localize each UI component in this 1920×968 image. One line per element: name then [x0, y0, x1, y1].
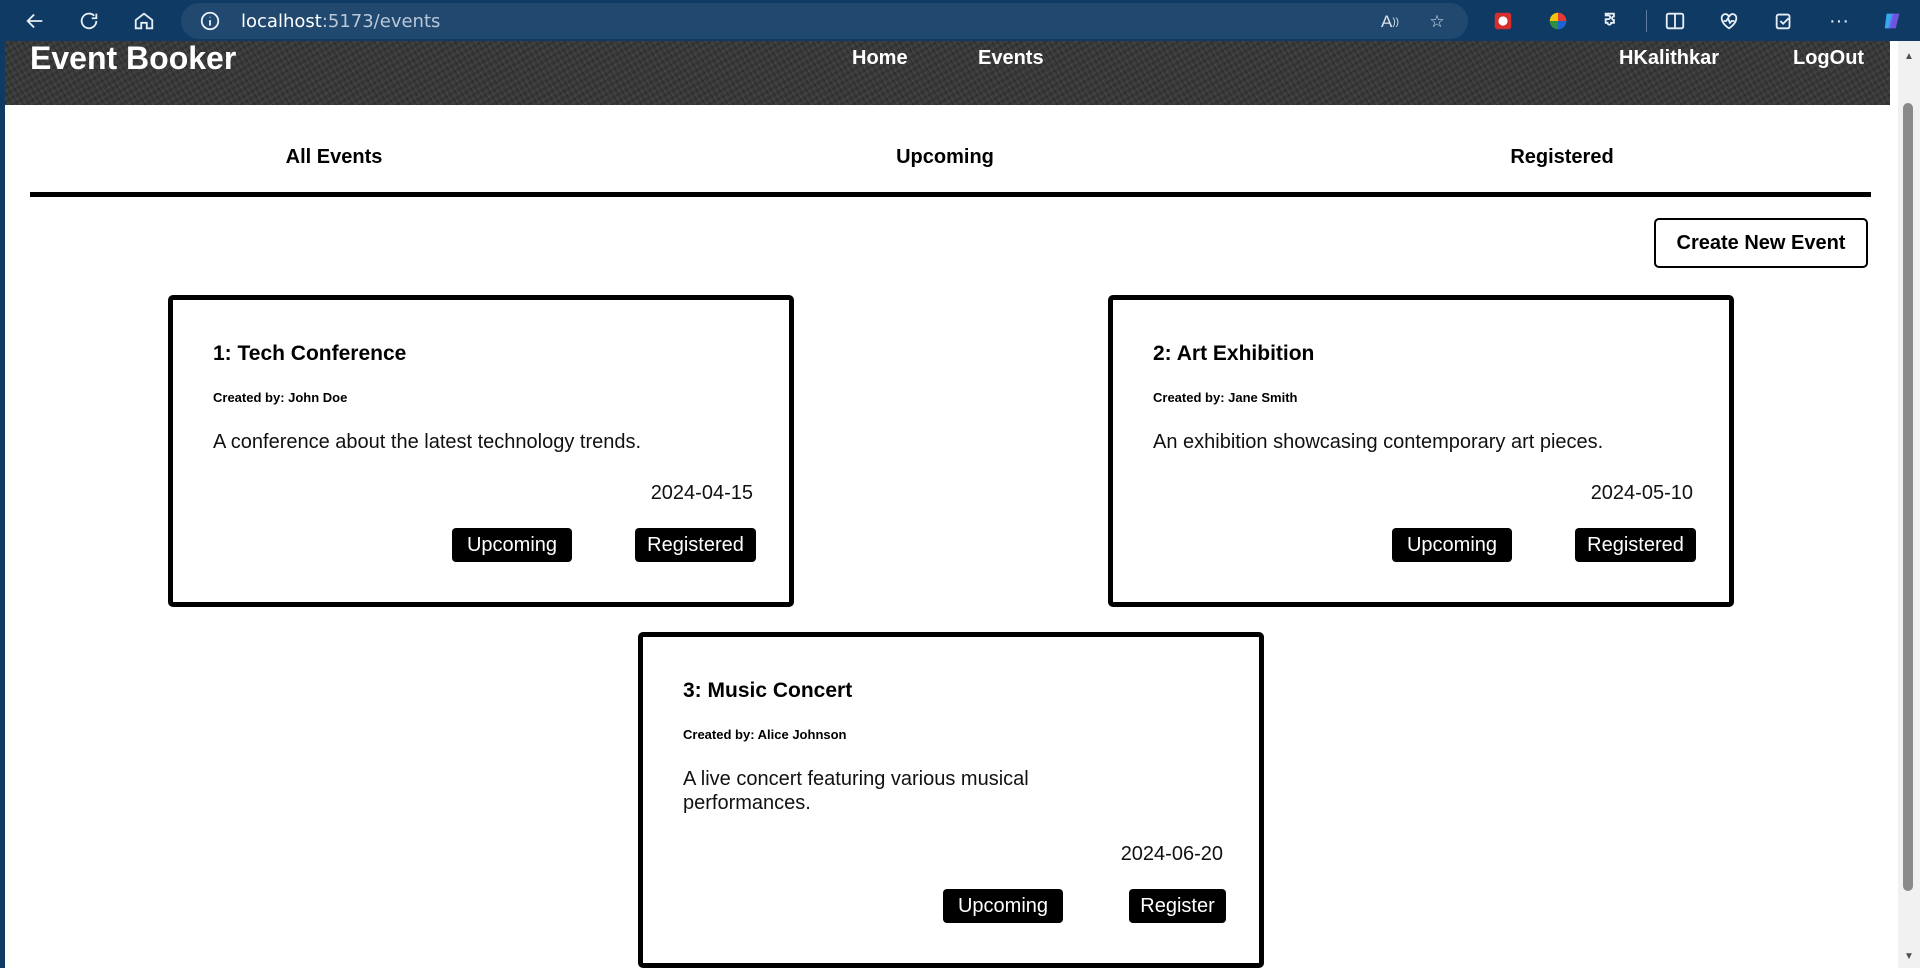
registered-button[interactable]: Registered — [635, 528, 756, 562]
event-description: An exhibition showcasing contemporary ar… — [1153, 431, 1604, 453]
create-event-button[interactable]: Create New Event — [1654, 218, 1868, 268]
back-icon[interactable] — [18, 6, 52, 36]
extensions-puzzle-icon[interactable] — [1600, 8, 1626, 34]
event-card: 1: Tech Conference Created by: John Doe … — [168, 295, 794, 607]
extension-red-icon[interactable] — [1490, 8, 1516, 34]
toolbar-divider — [1646, 10, 1647, 32]
event-description: A conference about the latest technology… — [213, 431, 642, 453]
scrollbar-thumb[interactable] — [1903, 103, 1913, 891]
color-picker-icon[interactable] — [1545, 8, 1571, 34]
split-screen-icon[interactable] — [1662, 8, 1688, 34]
upcoming-badge[interactable]: Upcoming — [452, 528, 572, 562]
user-profile-link[interactable]: HKalithkar — [1619, 47, 1719, 70]
event-date: 2024-04-15 — [650, 482, 753, 504]
brand-logo[interactable]: Event Booker — [30, 41, 236, 75]
nav-events-link[interactable]: Events — [978, 47, 1044, 70]
scrollbar[interactable]: ▲ ▼ — [1898, 41, 1920, 968]
address-bar[interactable]: localhost:5173/events A)) ☆ — [181, 3, 1468, 39]
health-heart-icon[interactable] — [1716, 8, 1742, 34]
site-header: Event Booker Home Events HKalithkar LogO… — [5, 41, 1890, 105]
event-title: 3: Music Concert — [683, 679, 853, 702]
event-filter-tabs: All Events Upcoming Registered — [30, 130, 1871, 197]
url-text: localhost:5173/events — [241, 11, 441, 32]
tab-all-events[interactable]: All Events — [286, 146, 383, 169]
tab-registered[interactable]: Registered — [1510, 146, 1613, 169]
event-date: 2024-06-20 — [1120, 843, 1223, 865]
event-card: 3: Music Concert Created by: Alice Johns… — [638, 632, 1264, 968]
copilot-icon[interactable] — [1880, 8, 1906, 34]
more-options-icon[interactable]: ··· — [1826, 8, 1852, 34]
registered-button[interactable]: Registered — [1575, 528, 1696, 562]
event-description: A live concert featuring various musical… — [683, 768, 1029, 814]
scroll-up-arrow-icon[interactable]: ▲ — [1904, 51, 1914, 62]
event-date: 2024-05-10 — [1590, 482, 1693, 504]
favorite-star-icon[interactable]: ☆ — [1425, 10, 1449, 34]
event-title: 2: Art Exhibition — [1153, 342, 1315, 365]
event-card: 2: Art Exhibition Created by: Jane Smith… — [1108, 295, 1734, 607]
read-aloud-icon[interactable]: A)) — [1378, 10, 1402, 34]
collections-icon[interactable] — [1771, 8, 1797, 34]
event-creator: Created by: John Doe — [213, 390, 348, 405]
site-info-icon[interactable] — [199, 10, 221, 32]
tab-upcoming[interactable]: Upcoming — [896, 146, 994, 169]
home-icon[interactable] — [127, 6, 161, 36]
browser-toolbar: localhost:5173/events A)) ☆ ··· — [0, 0, 1920, 41]
nav-home-link[interactable]: Home — [852, 47, 908, 70]
logout-link[interactable]: LogOut — [1793, 47, 1864, 70]
event-title: 1: Tech Conference — [213, 342, 407, 365]
upcoming-badge[interactable]: Upcoming — [1392, 528, 1512, 562]
window-edge — [0, 41, 5, 968]
upcoming-badge[interactable]: Upcoming — [943, 889, 1063, 923]
scroll-down-arrow-icon[interactable]: ▼ — [1904, 951, 1914, 962]
event-creator: Created by: Alice Johnson — [683, 727, 847, 742]
event-creator: Created by: Jane Smith — [1153, 390, 1298, 405]
refresh-icon[interactable] — [72, 6, 106, 36]
register-button[interactable]: Register — [1129, 889, 1226, 923]
